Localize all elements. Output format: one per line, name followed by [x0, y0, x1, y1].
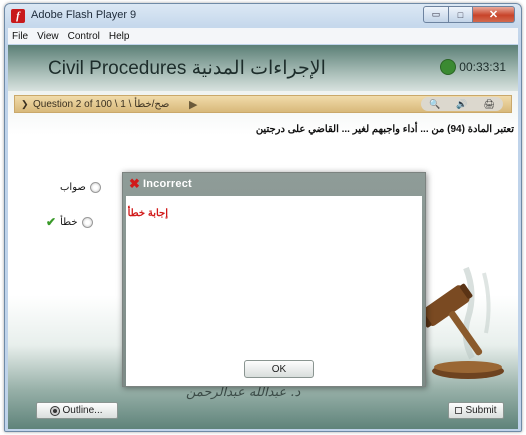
incorrect-dialog: ✖ Incorrect إجابة خطأ OK [122, 172, 426, 387]
close-button[interactable]: ✕ [473, 6, 515, 23]
dialog-body: إجابة خطأ OK [126, 196, 422, 386]
minimize-button[interactable]: ▭ [423, 6, 449, 23]
timer-value: 00:33:31 [459, 60, 506, 74]
dialog-message: إجابة خطأ [127, 208, 168, 219]
signature-text: د. عبدالله عبدالرحمن [186, 385, 301, 400]
course-title: Civil Procedures الإجراءات المدنية [48, 58, 326, 79]
menu-control[interactable]: Control [68, 31, 100, 42]
option-true[interactable]: صواب [60, 182, 101, 193]
dialog-header: ✖ Incorrect [123, 173, 425, 195]
window-controls: ▭ □ ✕ [423, 6, 515, 24]
title-bar: f Adobe Flash Player 9 ▭ □ ✕ [5, 4, 521, 28]
maximize-button[interactable]: □ [449, 6, 473, 23]
option-false-label: خطأ [60, 216, 78, 228]
quiz-stage: Civil Procedures الإجراءات المدنية 00:33… [8, 45, 518, 429]
outline-button[interactable]: Outline... [36, 402, 118, 419]
ok-button[interactable]: OK [244, 360, 314, 378]
flash-player-window: f Adobe Flash Player 9 ▭ □ ✕ File View C… [4, 3, 522, 432]
radio-true[interactable] [89, 182, 101, 193]
outline-icon [51, 406, 60, 415]
question-nav-bar: ❯ Question 2 of 100 \ 1 \ صح/خطأ ▶ 🔍 🔊 🖨 [14, 95, 512, 113]
prev-question-icon[interactable]: ❯ [21, 99, 29, 110]
submit-label: Submit [465, 405, 497, 416]
submit-icon [455, 407, 463, 414]
menu-file[interactable]: File [12, 31, 28, 42]
tool-group: 🔍 🔊 🖨 [421, 97, 503, 111]
clock-icon [440, 59, 457, 75]
menu-help[interactable]: Help [109, 31, 130, 42]
menu-view[interactable]: View [37, 31, 59, 42]
flash-app-icon: f [11, 9, 25, 23]
question-text: تعتبر المادة (94) من ... أداء واجبهم لغي… [255, 124, 514, 135]
question-counter: Question 2 of 100 \ 1 \ صح/خطأ [33, 99, 170, 110]
window-title: Adobe Flash Player 9 [31, 9, 137, 21]
error-x-icon: ✖ [129, 176, 140, 191]
outline-label: Outline... [62, 405, 103, 416]
audio-icon[interactable]: 🔊 [456, 99, 467, 110]
print-icon[interactable]: 🖨 [484, 99, 495, 110]
menu-bar: File View Control Help [8, 28, 518, 44]
submit-button[interactable]: Submit [448, 402, 504, 419]
zoom-icon[interactable]: 🔍 [429, 99, 440, 110]
dialog-title: Incorrect [143, 178, 192, 190]
option-false[interactable]: خطأ ✔ [46, 215, 93, 229]
radio-false[interactable] [81, 216, 93, 228]
correct-check-icon: ✔ [46, 215, 57, 229]
timer: 00:33:31 [440, 59, 506, 75]
option-true-label: صواب [60, 182, 86, 193]
next-question-icon[interactable]: ▶ [189, 98, 197, 111]
